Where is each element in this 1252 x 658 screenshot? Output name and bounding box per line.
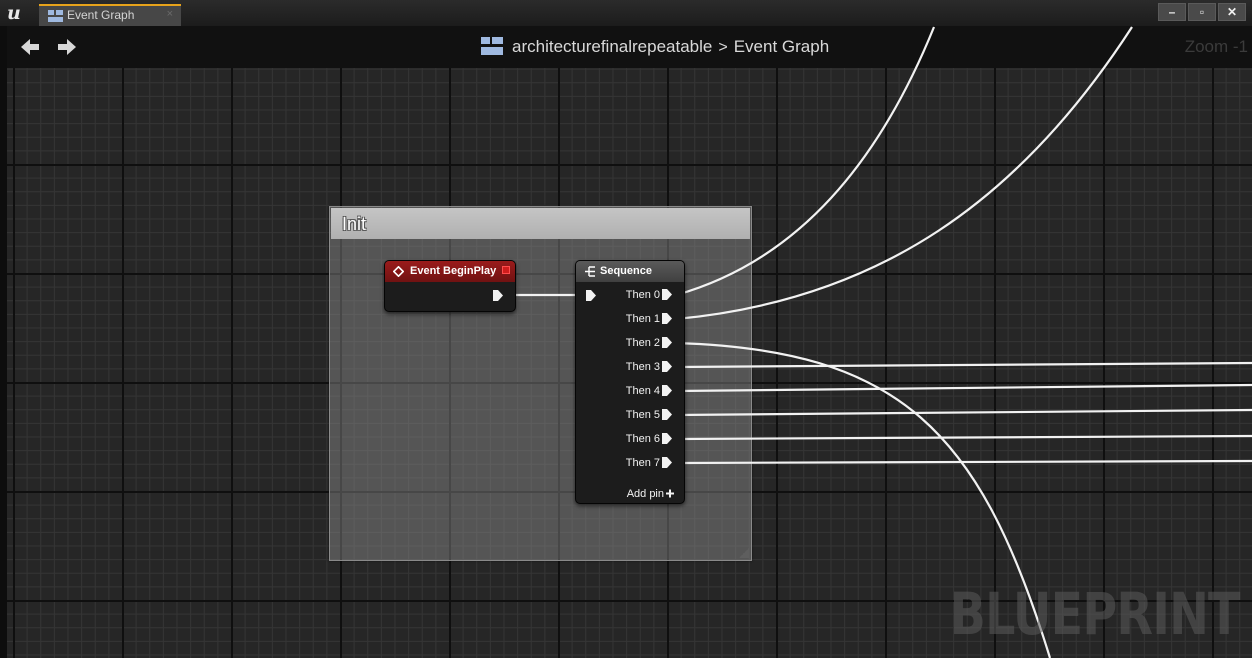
exec-output-pin-icon[interactable] [493,290,503,301]
sequence-header[interactable]: Sequence [576,261,684,282]
sequence-output-label: Then 7 [625,457,660,469]
sequence-output-label: Then 6 [625,433,660,445]
wire-then-1 [675,26,1133,321]
event-beginplay-title: Event BeginPlay [410,265,497,277]
add-pin-button[interactable]: Add pin [627,487,664,501]
wire-then-6 [675,434,1252,441]
exec-output-pin-icon[interactable] [662,457,672,468]
event-beginplay-header[interactable]: Event BeginPlay [385,261,515,282]
sequence-node[interactable]: Sequence Then 0 Then 1 Then 2 Then 3 Then 4 T… [575,260,685,504]
event-diamond-icon [393,266,404,277]
exec-output-pin-icon[interactable] [662,361,672,372]
sequence-output-label: Then 5 [625,409,660,421]
wire-then-0 [675,26,936,297]
delegate-pin-icon[interactable] [502,266,510,274]
sequence-branch-icon [585,266,595,277]
wire-then-5 [675,408,1252,417]
exec-output-pin-icon[interactable] [662,313,672,324]
exec-input-pin-icon[interactable] [586,290,596,301]
sequence-output-label: Then 2 [625,337,660,349]
event-beginplay-node[interactable]: Event BeginPlay [384,260,516,312]
wire-then-4 [675,383,1252,393]
exec-output-pin-icon[interactable] [662,289,672,300]
wire-then-3 [675,361,1252,369]
wire-then-7 [675,459,1252,465]
sequence-output-label: Then 3 [625,361,660,373]
sequence-output-label: Then 0 [625,289,660,301]
exec-output-pin-icon[interactable] [662,433,672,444]
add-pin-plus-icon[interactable] [665,488,675,499]
sequence-output-label: Then 1 [625,313,660,325]
sequence-output-label: Then 4 [625,385,660,397]
exec-output-pin-icon[interactable] [662,409,672,420]
exec-output-pin-icon[interactable] [662,337,672,348]
blueprint-watermark: BLUEPRINT [949,580,1241,648]
exec-output-pin-icon[interactable] [662,385,672,396]
sequence-title: Sequence [600,265,652,277]
